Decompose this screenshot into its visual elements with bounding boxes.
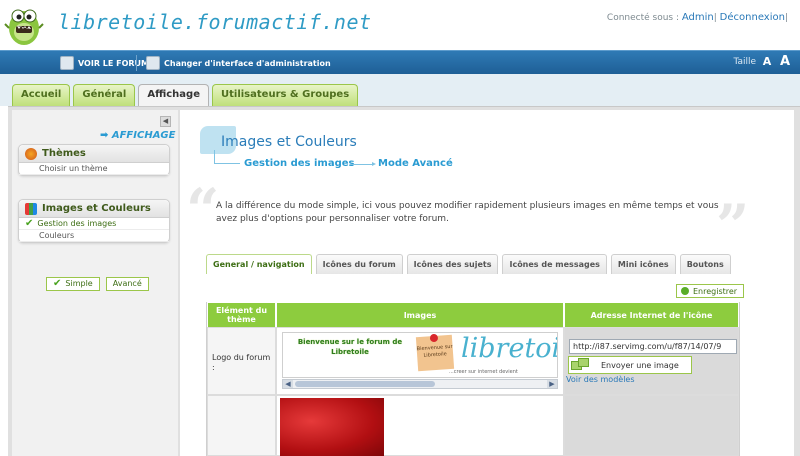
tab-message-icons[interactable]: Icônes de messages (502, 254, 607, 274)
header-theme-element: Elément du thème (207, 302, 276, 327)
save-icon (681, 287, 689, 295)
banner-tagline: ...creer sur internet devient (449, 369, 518, 375)
open-quote-icon: “ (186, 176, 220, 244)
check-icon: ✔ (53, 278, 62, 289)
save-label: Enregistrer (693, 286, 738, 296)
sidebar-item-colors[interactable]: Couleurs (19, 230, 169, 242)
forum-logo-preview[interactable]: Bienvenue sur le forum de Libretoile Bie… (282, 332, 558, 378)
tab-general[interactable]: Général (73, 84, 136, 106)
scroll-right-icon[interactable]: ▶ (547, 380, 557, 388)
panel-themes-title: Thèmes (42, 148, 86, 159)
user-separator-end: | (784, 13, 788, 23)
save-button[interactable]: Enregistrer (676, 284, 745, 298)
banner-note: Bienvenue sur Libretoile (415, 333, 455, 372)
change-interface-label: Changer d'interface d'administration (164, 58, 331, 68)
tab-general-navigation[interactable]: General / navigation (206, 254, 312, 274)
panel-themes: Thèmes Choisir un thème (18, 144, 170, 176)
upload-image-button[interactable]: Envoyer une image (568, 356, 692, 374)
site-title[interactable]: libretoile.forumactif.net (58, 10, 372, 34)
view-forum-label: VOIR LE FORUM (78, 58, 150, 68)
preview-scrollbar[interactable]: ◀ ▶ (282, 379, 558, 389)
table-cell (564, 395, 739, 456)
breadcrumb-advanced-mode: Mode Avancé (378, 158, 453, 169)
panel-images-title: Images et Couleurs (42, 203, 151, 214)
collapse-sidebar-icon[interactable]: ◀ (160, 116, 171, 127)
upload-images-icon (571, 358, 595, 372)
palette-icon (25, 147, 37, 160)
mode-switch: ✔ Simple Avancé (46, 277, 149, 291)
sidebar-item-label: Gestion des images (37, 218, 117, 228)
tab-buttons[interactable]: Boutons (679, 254, 731, 274)
page-title: Images et Couleurs (221, 134, 357, 150)
check-icon: ✔ (25, 217, 34, 229)
main-tabs: Accueil Général Affichage Utilisateurs &… (12, 84, 359, 107)
panel-themes-header: Thèmes (19, 145, 169, 163)
connected-label: Connecté sous : (606, 13, 679, 23)
view-models-link[interactable]: Voir des modèles (566, 375, 635, 384)
tab-users-groups[interactable]: Utilisateurs & Groupes (212, 84, 359, 106)
table-cell (207, 395, 276, 456)
pin-icon (429, 333, 439, 343)
tab-accueil[interactable]: Accueil (12, 84, 71, 106)
breadcrumb-arrow-icon (350, 162, 376, 166)
header-images: Images (276, 302, 564, 327)
breadcrumb-connector (214, 150, 240, 164)
simple-mode-button[interactable]: ✔ Simple (46, 277, 100, 291)
sidebar-item-image-management[interactable]: ✔ Gestion des images (19, 218, 169, 230)
scroll-left-icon[interactable]: ◀ (283, 380, 293, 388)
breadcrumb-image-management[interactable]: Gestion des images (244, 158, 354, 169)
user-separator: | (713, 13, 717, 23)
icon-url-input[interactable]: http://i87.servimg.com/u/f87/14/07/9 (569, 339, 737, 354)
forum-icon (60, 56, 74, 70)
tab-affichage[interactable]: Affichage (138, 84, 209, 107)
banner-brand: libretoi (461, 333, 558, 364)
page-description: A la différence du mode simple, ici vous… (216, 201, 719, 224)
scroll-thumb[interactable] (295, 381, 435, 387)
change-interface-button[interactable]: Changer d'interface d'administration (146, 54, 331, 72)
sub-tabs: General / navigation Icônes du forum Icô… (206, 254, 731, 274)
sidebar-section-title: ➡ AFFICHAGE (100, 130, 176, 141)
size-label: Taille (733, 57, 756, 67)
panel-images-colors: Images et Couleurs ✔ Gestion des images … (18, 199, 170, 243)
user-box: Connecté sous : Admin| Déconnexion| (607, 12, 788, 23)
panel-images-header: Images et Couleurs (19, 200, 169, 218)
mascot-logo[interactable] (4, 2, 44, 48)
logout-link[interactable]: Déconnexion (720, 12, 785, 23)
banner-welcome-text: Bienvenue sur le forum de Libretoile (297, 338, 403, 356)
tab-topic-icons[interactable]: Icônes des sujets (406, 254, 499, 274)
banner-note-text: Bienvenue sur Libretoile (416, 343, 453, 359)
row-label-forum-logo: Logo du forum : (212, 353, 271, 372)
admin-link[interactable]: Admin (682, 12, 714, 23)
header-icon-url: Adresse Internet de l'icône (564, 302, 739, 327)
tab-mini-icons[interactable]: Mini icônes (610, 254, 676, 274)
top-toolbar: VOIR LE FORUM Changer d'interface d'admi… (0, 50, 800, 74)
advanced-mode-button[interactable]: Avancé (105, 277, 149, 291)
header: libretoile.forumactif.net Connecté sous … (0, 0, 800, 50)
font-increase-icon[interactable]: A (778, 55, 792, 69)
text-size-controls: Taille A A (733, 55, 792, 69)
simple-label: Simple (65, 279, 93, 288)
interface-icon (146, 56, 160, 70)
font-decrease-icon[interactable]: A (760, 55, 774, 69)
color-bars-icon (25, 202, 37, 215)
upload-label: Envoyer une image (601, 360, 679, 370)
background-image-preview[interactable] (280, 398, 384, 456)
tab-forum-icons[interactable]: Icônes du forum (315, 254, 403, 274)
sidebar-item-choose-theme[interactable]: Choisir un thème (19, 163, 169, 175)
toolbar-divider (136, 55, 137, 71)
